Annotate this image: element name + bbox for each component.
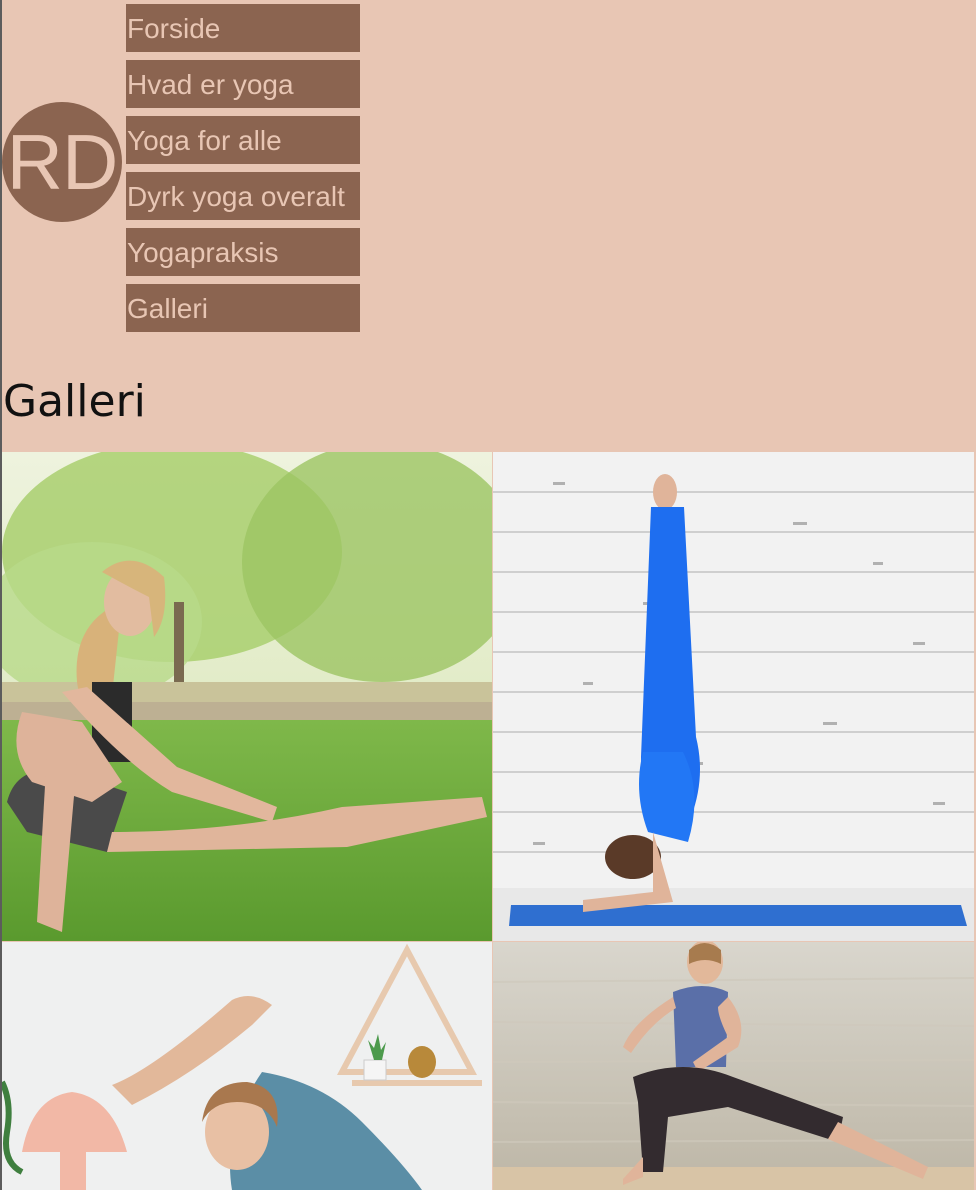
- main-nav: Forside Hvad er yoga Yoga for alle Dyrk …: [126, 4, 360, 340]
- site-header: RD Forside Hvad er yoga Yoga for alle Dy…: [0, 0, 976, 450]
- gallery-image-lunge-by-water[interactable]: [493, 942, 974, 1190]
- nav-item-dyrk-yoga-overalt[interactable]: Dyrk yoga overalt: [126, 172, 360, 220]
- photo-gallery: [2, 452, 974, 1190]
- gallery-image-forearm-stand[interactable]: [493, 452, 974, 941]
- nav-item-galleri[interactable]: Galleri: [126, 284, 360, 332]
- nav-item-yogapraksis[interactable]: Yogapraksis: [126, 228, 360, 276]
- gallery-photo-2: [493, 452, 974, 941]
- nav-item-yoga-for-alle[interactable]: Yoga for alle: [126, 116, 360, 164]
- page-title: Galleri: [3, 376, 146, 427]
- gallery-image-side-stretch[interactable]: [2, 942, 492, 1190]
- nav-item-hvad-er-yoga[interactable]: Hvad er yoga: [126, 60, 360, 108]
- gallery-photo-4: [493, 942, 974, 1190]
- nav-item-forside[interactable]: Forside: [126, 4, 360, 52]
- gallery-image-arm-balance[interactable]: [2, 452, 492, 941]
- site-logo[interactable]: RD: [2, 102, 122, 222]
- gallery-photo-1: [2, 452, 492, 941]
- gallery-photo-3: [2, 942, 492, 1190]
